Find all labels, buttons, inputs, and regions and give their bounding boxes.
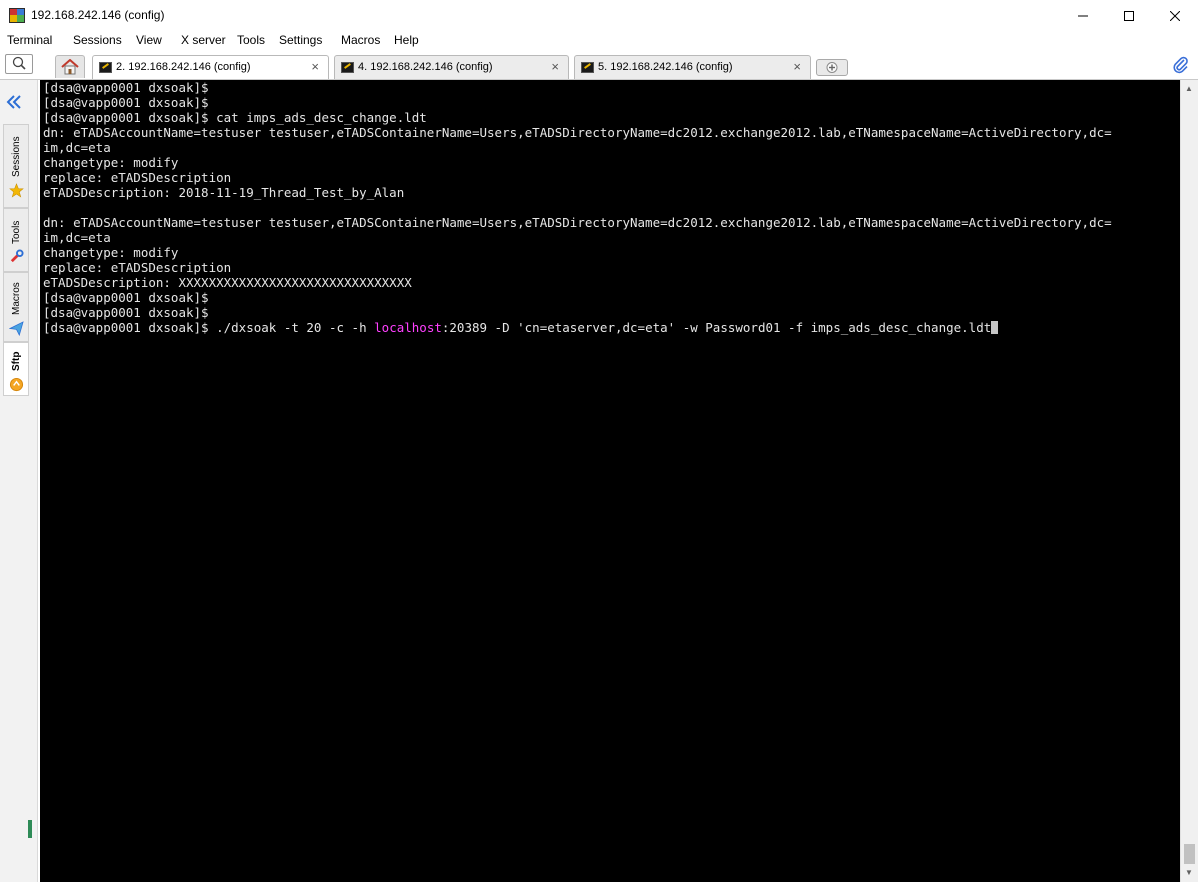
tab-session-2[interactable]: 2. 192.168.242.146 (config) × xyxy=(92,55,329,79)
terminal-line: [dsa@vapp0001 dxsoak]$ xyxy=(43,305,209,320)
highlighted-host: localhost xyxy=(374,320,442,335)
menu-view[interactable]: View xyxy=(136,33,162,47)
plus-icon xyxy=(826,62,838,73)
scrollbar-thumb[interactable] xyxy=(1184,844,1195,864)
home-tab[interactable] xyxy=(55,55,85,78)
terminal-session-icon xyxy=(581,62,594,73)
minimize-icon xyxy=(1078,15,1088,16)
scroll-up-arrow-icon[interactable]: ▲ xyxy=(1185,84,1193,93)
maximize-button[interactable] xyxy=(1106,0,1152,31)
sidebar-tab-label: Macros xyxy=(11,282,22,315)
tab-close-icon[interactable]: × xyxy=(793,59,801,74)
terminal-line: [dsa@vapp0001 dxsoak]$ cat imps_ads_desc… xyxy=(43,110,427,125)
home-icon xyxy=(61,59,79,75)
paper-plane-icon xyxy=(8,321,24,341)
maximize-icon xyxy=(1124,10,1134,21)
terminal-session-icon xyxy=(99,62,112,73)
terminal-line: dn: eTADSAccountName=testuser testuser,e… xyxy=(43,125,1112,140)
sidebar-resize-handle[interactable] xyxy=(28,820,32,838)
terminal-output: [dsa@vapp0001 dxsoak]$ [dsa@vapp0001 dxso… xyxy=(40,80,1180,320)
terminal-command-line[interactable]: [dsa@vapp0001 dxsoak]$ ./dxsoak -t 20 -c… xyxy=(40,320,1180,335)
terminal-line: changetype: modify xyxy=(43,155,179,170)
sidebar-tab-sftp[interactable]: Sftp xyxy=(3,342,29,396)
terminal-line: [dsa@vapp0001 dxsoak]$ xyxy=(43,80,209,95)
terminal-line: im,dc=eta xyxy=(43,140,111,155)
tab-close-icon[interactable]: × xyxy=(551,59,559,74)
menu-macros[interactable]: Macros xyxy=(341,33,380,47)
terminal-line: replace: eTADSDescription xyxy=(43,170,232,185)
terminal-line: im,dc=eta xyxy=(43,230,111,245)
terminal-line: dn: eTADSAccountName=testuser testuser,e… xyxy=(43,215,1112,230)
paperclip-icon[interactable] xyxy=(1172,56,1190,79)
tab-label: 4. 192.168.242.146 (config) xyxy=(358,61,493,73)
terminal-line: [dsa@vapp0001 dxsoak]$ xyxy=(43,95,209,110)
scroll-down-arrow-icon[interactable]: ▼ xyxy=(1185,868,1193,877)
minimize-button[interactable] xyxy=(1060,0,1106,31)
terminal-line: eTADSDescription: XXXXXXXXXXXXXXXXXXXXXX… xyxy=(43,275,412,290)
search-icon xyxy=(12,56,26,70)
terminal-line: eTADSDescription: 2018-11-19_Thread_Test… xyxy=(43,185,405,200)
command-arguments: :20389 -D 'cn=etaserver,dc=eta' -w Passw… xyxy=(441,320,992,335)
vertical-scrollbar[interactable]: ▲ ▼ xyxy=(1180,80,1198,882)
tab-session-4[interactable]: 4. 192.168.242.146 (config) × xyxy=(334,55,569,79)
terminal-cursor xyxy=(991,321,999,334)
terminal-area[interactable]: [dsa@vapp0001 dxsoak]$ [dsa@vapp0001 dxso… xyxy=(40,80,1180,882)
menu-terminal[interactable]: Terminal xyxy=(7,33,52,47)
sftp-icon xyxy=(9,377,24,397)
sidebar-tab-label: Sessions xyxy=(11,136,22,177)
menu-settings[interactable]: Settings xyxy=(279,33,322,47)
tab-close-icon[interactable]: × xyxy=(311,59,319,74)
tools-icon xyxy=(9,249,24,269)
window-title: 192.168.242.146 (config) xyxy=(31,8,165,22)
command-prompt: [dsa@vapp0001 dxsoak]$ ./dxsoak -t 20 -c… xyxy=(43,320,375,335)
menu-help[interactable]: Help xyxy=(394,33,419,47)
quick-connect-search[interactable] xyxy=(5,54,33,74)
new-tab-button[interactable] xyxy=(816,59,848,76)
terminal-line: replace: eTADSDescription xyxy=(43,260,232,275)
left-sidebar: Sessions Tools Macros Sftp xyxy=(0,80,38,882)
sidebar-tab-tools[interactable]: Tools xyxy=(3,208,29,272)
tab-strip: 2. 192.168.242.146 (config) × 4. 192.168… xyxy=(0,51,1198,80)
close-button[interactable] xyxy=(1152,0,1198,31)
double-chevron-left-icon xyxy=(6,95,21,109)
terminal-session-icon xyxy=(341,62,354,73)
tab-label: 2. 192.168.242.146 (config) xyxy=(116,61,251,73)
title-bar: 192.168.242.146 (config) xyxy=(0,0,1198,31)
collapse-sidebar-button[interactable] xyxy=(6,94,22,115)
sidebar-tab-sessions[interactable]: Sessions xyxy=(3,124,29,208)
menu-bar: Terminal Sessions View X server Tools Se… xyxy=(0,31,1198,51)
tab-label: 5. 192.168.242.146 (config) xyxy=(598,61,733,73)
terminal-line: [dsa@vapp0001 dxsoak]$ xyxy=(43,290,209,305)
close-icon xyxy=(1170,10,1180,21)
tab-session-5[interactable]: 5. 192.168.242.146 (config) × xyxy=(574,55,811,79)
terminal-line: changetype: modify xyxy=(43,245,179,260)
sidebar-tab-label: Tools xyxy=(11,220,22,244)
menu-x-server[interactable]: X server xyxy=(181,33,226,47)
star-icon xyxy=(9,183,24,203)
menu-tools[interactable]: Tools xyxy=(237,33,265,47)
app-icon xyxy=(9,8,25,23)
sidebar-tab-label: Sftp xyxy=(11,351,22,371)
sidebar-tab-macros[interactable]: Macros xyxy=(3,272,29,342)
menu-sessions[interactable]: Sessions xyxy=(73,33,122,47)
